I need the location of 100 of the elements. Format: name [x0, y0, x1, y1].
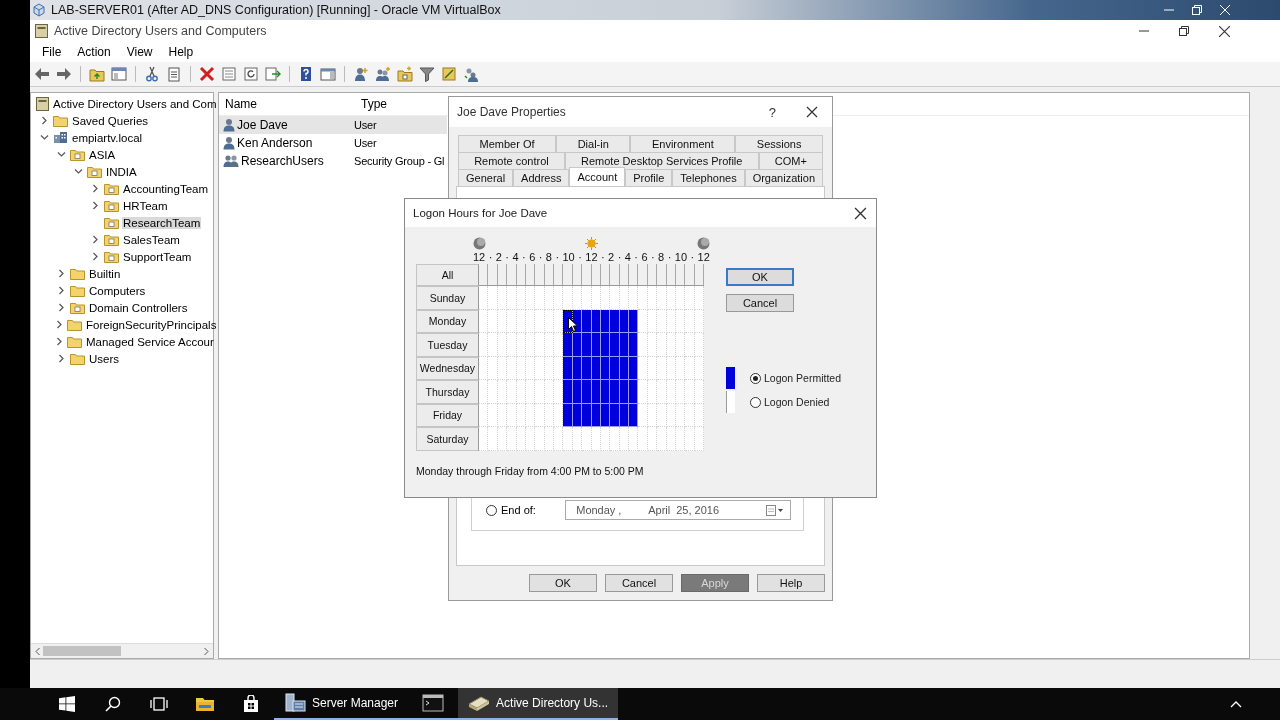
hour-cell[interactable] — [544, 356, 554, 380]
hour-column-button[interactable] — [516, 264, 526, 286]
hour-cell[interactable] — [563, 333, 573, 357]
hour-cell[interactable] — [572, 356, 583, 380]
day-button[interactable]: Sunday — [416, 286, 479, 310]
hour-cell[interactable] — [675, 403, 686, 427]
hour-cell[interactable] — [610, 286, 620, 310]
day-button[interactable]: Friday — [416, 403, 479, 427]
hour-cell[interactable] — [619, 356, 629, 380]
hour-cell[interactable] — [488, 286, 498, 310]
expand-chevron-icon[interactable] — [55, 320, 64, 329]
hour-cell[interactable] — [488, 380, 498, 404]
hour-column-button[interactable] — [535, 264, 545, 286]
hour-cell[interactable] — [563, 356, 573, 380]
name-cell[interactable]: Joe Dave — [219, 116, 351, 134]
hour-column-button[interactable] — [600, 264, 611, 286]
menu-item[interactable]: File — [34, 43, 70, 61]
hour-cell[interactable] — [591, 309, 601, 333]
close-icon[interactable] — [806, 106, 818, 118]
hour-cell[interactable] — [638, 286, 648, 310]
hour-column-button[interactable] — [507, 264, 517, 286]
hour-cell[interactable] — [657, 356, 667, 380]
hour-cell[interactable] — [619, 380, 629, 404]
hour-cell[interactable] — [507, 380, 517, 404]
hour-cell[interactable] — [685, 333, 695, 357]
hour-cell[interactable] — [544, 380, 554, 404]
tab[interactable]: Telephones — [672, 169, 745, 186]
folder-up-icon[interactable] — [89, 66, 105, 82]
hour-cell[interactable] — [666, 286, 676, 310]
hour-cell[interactable] — [535, 403, 545, 427]
hour-column-button[interactable] — [675, 264, 686, 286]
hour-cell[interactable] — [675, 286, 686, 310]
day-button[interactable]: Saturday — [416, 427, 479, 451]
collapse-chevron-icon[interactable] — [56, 150, 66, 159]
hour-cell[interactable] — [694, 309, 704, 333]
hour-cell[interactable] — [554, 333, 564, 357]
close-icon[interactable] — [1219, 25, 1230, 37]
new-organizational-unit-icon[interactable] — [397, 66, 413, 82]
hour-cell[interactable] — [525, 403, 536, 427]
hour-cell[interactable] — [657, 427, 667, 451]
hour-cell[interactable] — [497, 286, 508, 310]
tree-item[interactable]: SupportTeam — [122, 250, 193, 263]
hour-cell[interactable] — [619, 427, 629, 451]
tree-item[interactable]: Computers — [88, 284, 147, 297]
hour-cell[interactable] — [582, 333, 592, 357]
hour-cell[interactable] — [638, 356, 648, 380]
hour-cell[interactable] — [479, 356, 489, 380]
dialog-button[interactable]: Cancel — [605, 574, 673, 592]
hour-cell[interactable] — [544, 403, 554, 427]
column-header[interactable]: Type — [355, 97, 387, 111]
hour-cell[interactable] — [675, 333, 686, 357]
hour-cell[interactable] — [563, 380, 573, 404]
task-view-icon[interactable] — [150, 696, 168, 712]
hour-cell[interactable] — [638, 309, 648, 333]
hour-cell[interactable] — [497, 380, 508, 404]
hour-cell[interactable] — [666, 403, 676, 427]
help-icon[interactable] — [298, 66, 314, 82]
hour-column-button[interactable] — [479, 264, 489, 286]
hour-cell[interactable] — [535, 427, 545, 451]
hour-cell[interactable] — [572, 427, 583, 451]
hour-cell[interactable] — [591, 427, 601, 451]
hour-cell[interactable] — [600, 403, 611, 427]
hour-cell[interactable] — [591, 286, 601, 310]
hour-cell[interactable] — [525, 333, 536, 357]
chevron-up-icon[interactable] — [1230, 700, 1242, 708]
tab[interactable]: Sessions — [735, 135, 823, 152]
hour-cell[interactable] — [525, 356, 536, 380]
tree-item[interactable]: Users — [88, 352, 121, 365]
tab[interactable]: Profile — [625, 169, 673, 186]
hour-cell[interactable] — [647, 356, 658, 380]
back-arrow-icon[interactable] — [34, 66, 50, 82]
hour-cell[interactable] — [572, 333, 583, 357]
hour-cell[interactable] — [619, 333, 629, 357]
hour-cell[interactable] — [497, 309, 508, 333]
day-button[interactable]: Tuesday — [416, 333, 479, 357]
add-to-group-icon[interactable] — [463, 66, 479, 82]
hour-column-button[interactable] — [582, 264, 592, 286]
tree-item[interactable]: ResearchTeam — [122, 216, 202, 229]
expand-chevron-icon[interactable] — [90, 252, 100, 261]
name-cell[interactable]: Ken Anderson — [219, 134, 351, 152]
hour-cell[interactable] — [507, 356, 517, 380]
tree-item[interactable]: INDIA — [105, 165, 138, 178]
hour-cell[interactable] — [694, 380, 704, 404]
day-button[interactable]: Wednesday — [416, 356, 479, 380]
date-field[interactable]: Monday , April 25, 2016 — [565, 500, 791, 520]
hour-cell[interactable] — [600, 286, 611, 310]
terminal-icon[interactable] — [422, 694, 445, 712]
day-button[interactable]: Thursday — [416, 380, 479, 404]
tree-item[interactable]: Builtin — [88, 267, 122, 280]
hour-cell[interactable] — [535, 286, 545, 310]
hour-cell[interactable] — [685, 427, 695, 451]
hour-cell[interactable] — [582, 309, 592, 333]
hour-cell[interactable] — [497, 333, 508, 357]
hour-cell[interactable] — [525, 427, 536, 451]
hour-cell[interactable] — [610, 403, 620, 427]
shopping-bag-icon[interactable] — [242, 695, 260, 713]
tree-item[interactable]: empiartv.local — [71, 131, 144, 144]
hour-column-button[interactable] — [591, 264, 601, 286]
hour-cell[interactable] — [694, 286, 704, 310]
hour-cell[interactable] — [516, 286, 526, 310]
